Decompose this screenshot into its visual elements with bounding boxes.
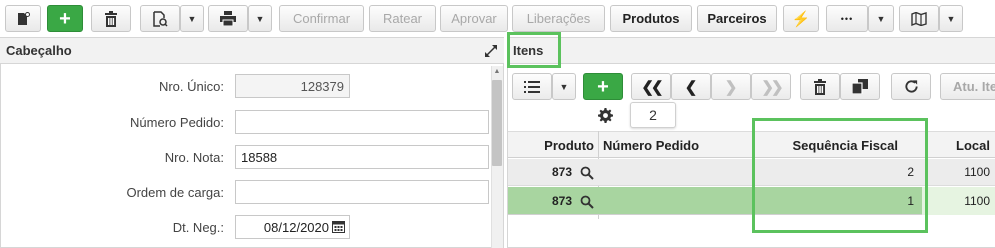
chevron-down-icon: ▼ — [255, 13, 265, 24]
header-panel-title-bar: Cabeçalho — [0, 38, 504, 64]
dt-neg-value: 08/12/2020 — [263, 219, 329, 235]
copy-icon — [852, 79, 868, 94]
map-dropdown[interactable]: ▼ — [939, 5, 963, 32]
action-button[interactable]: ⚡ — [783, 5, 819, 32]
dt-neg-row: Dt. Neg.: — [0, 217, 224, 237]
ordem-carga-field[interactable] — [235, 180, 489, 204]
grid-settings-button[interactable] — [586, 104, 624, 126]
ratear-button[interactable]: Ratear — [369, 5, 436, 32]
cell-local: 1100 — [964, 165, 990, 179]
cell-local: 1100 — [964, 194, 990, 208]
refresh-icon — [904, 80, 918, 93]
column-header-local[interactable]: Local — [920, 132, 995, 158]
itens-title-highlight — [507, 32, 561, 68]
add-item-button[interactable]: + — [583, 73, 623, 100]
page-size-field[interactable]: 2 — [630, 102, 676, 128]
aprovar-button[interactable]: Aprovar — [440, 5, 508, 32]
expand-icon[interactable] — [484, 44, 498, 58]
document-search-button[interactable] — [140, 5, 180, 32]
atualizar-itens-button[interactable]: Atu. Ite — [940, 73, 995, 100]
column-header-produto[interactable]: Produto — [508, 132, 598, 158]
numero-pedido-label: Número Pedido: — [130, 115, 224, 130]
confirmar-button[interactable]: Confirmar — [279, 5, 364, 32]
next-page-button[interactable]: ❯ — [711, 73, 751, 100]
list-icon — [524, 80, 540, 93]
numero-pedido-field[interactable] — [235, 110, 489, 134]
atualizar-itens-label: Atu. Ite — [953, 79, 995, 94]
chevron-down-icon: ▼ — [876, 13, 886, 24]
cell-numero-pedido — [603, 188, 753, 214]
document-search-icon — [153, 10, 168, 27]
grid-view-dropdown[interactable]: ▼ — [552, 73, 576, 100]
column-header-numero-pedido[interactable]: Número Pedido — [603, 132, 758, 158]
gear-icon — [597, 107, 613, 123]
previous-page-button[interactable]: ❮ — [671, 73, 711, 100]
print-button[interactable] — [208, 5, 248, 32]
double-chevron-right-icon: ❯❯ — [761, 78, 783, 96]
grid-view-button[interactable] — [512, 73, 552, 100]
refresh-button[interactable] — [891, 73, 931, 100]
header-panel-scroll-thumb[interactable] — [492, 80, 502, 166]
nro-unico-label: Nro. Único: — [158, 79, 224, 94]
chevron-right-icon: ❯ — [724, 78, 738, 96]
more-dots-icon: ••• — [840, 13, 854, 24]
more-dropdown[interactable]: ▼ — [868, 5, 894, 32]
map-icon — [911, 11, 927, 26]
search-icon[interactable] — [580, 195, 594, 209]
map-button[interactable] — [899, 5, 939, 32]
trash-icon — [814, 78, 826, 95]
add-button[interactable]: + — [47, 5, 83, 32]
lightning-icon: ⚡ — [791, 10, 811, 28]
ordem-carga-label: Ordem de carga: — [126, 185, 224, 200]
cell-produto: 873 — [551, 194, 572, 208]
chevron-down-icon: ▼ — [187, 13, 197, 24]
new-document-button[interactable] — [5, 5, 41, 32]
items-panel-title-bar: Itens — [507, 38, 995, 64]
last-page-button[interactable]: ❯❯ — [751, 73, 791, 100]
header-panel-title: Cabeçalho — [6, 43, 72, 58]
sequencia-fiscal-highlight — [752, 118, 928, 233]
trash-icon — [105, 10, 117, 27]
copy-item-button[interactable] — [840, 73, 880, 100]
parceiros-button[interactable]: Parceiros — [697, 5, 777, 32]
new-document-icon — [18, 11, 30, 25]
nro-unico-row: Nro. Único: — [0, 76, 224, 96]
chevron-down-icon: ▼ — [946, 13, 956, 24]
cell-produto: 873 — [551, 165, 572, 179]
ordem-carga-row: Ordem de carga: — [0, 182, 224, 202]
search-icon[interactable] — [580, 166, 594, 180]
document-search-dropdown[interactable]: ▼ — [180, 5, 204, 32]
nro-unico-field: 128379 — [235, 74, 350, 98]
first-page-button[interactable]: ❮❮ — [631, 73, 671, 100]
delete-button[interactable] — [91, 5, 131, 32]
scroll-up-icon[interactable]: ▲ — [493, 68, 501, 76]
more-button[interactable]: ••• — [826, 5, 868, 32]
chevron-down-icon: ▼ — [559, 81, 569, 92]
delete-item-button[interactable] — [800, 73, 840, 100]
nro-nota-row: Nro. Nota: — [0, 147, 224, 167]
produtos-button[interactable]: Produtos — [610, 5, 692, 32]
plus-icon: + — [59, 7, 71, 30]
liberacoes-button[interactable]: Liberações — [512, 5, 605, 32]
chevron-left-icon: ❮ — [684, 78, 698, 96]
calendar-icon[interactable] — [332, 220, 345, 233]
print-dropdown[interactable]: ▼ — [248, 5, 272, 32]
nro-nota-label: Nro. Nota: — [164, 150, 224, 165]
numero-pedido-row: Número Pedido: — [0, 112, 224, 132]
nro-nota-field[interactable]: 18588 — [235, 145, 489, 169]
plus-icon: + — [597, 75, 609, 98]
cell-numero-pedido — [603, 159, 753, 185]
double-chevron-left-icon: ❮❮ — [641, 78, 663, 96]
printer-icon — [220, 11, 236, 26]
dt-neg-label: Dt. Neg.: — [172, 220, 224, 235]
